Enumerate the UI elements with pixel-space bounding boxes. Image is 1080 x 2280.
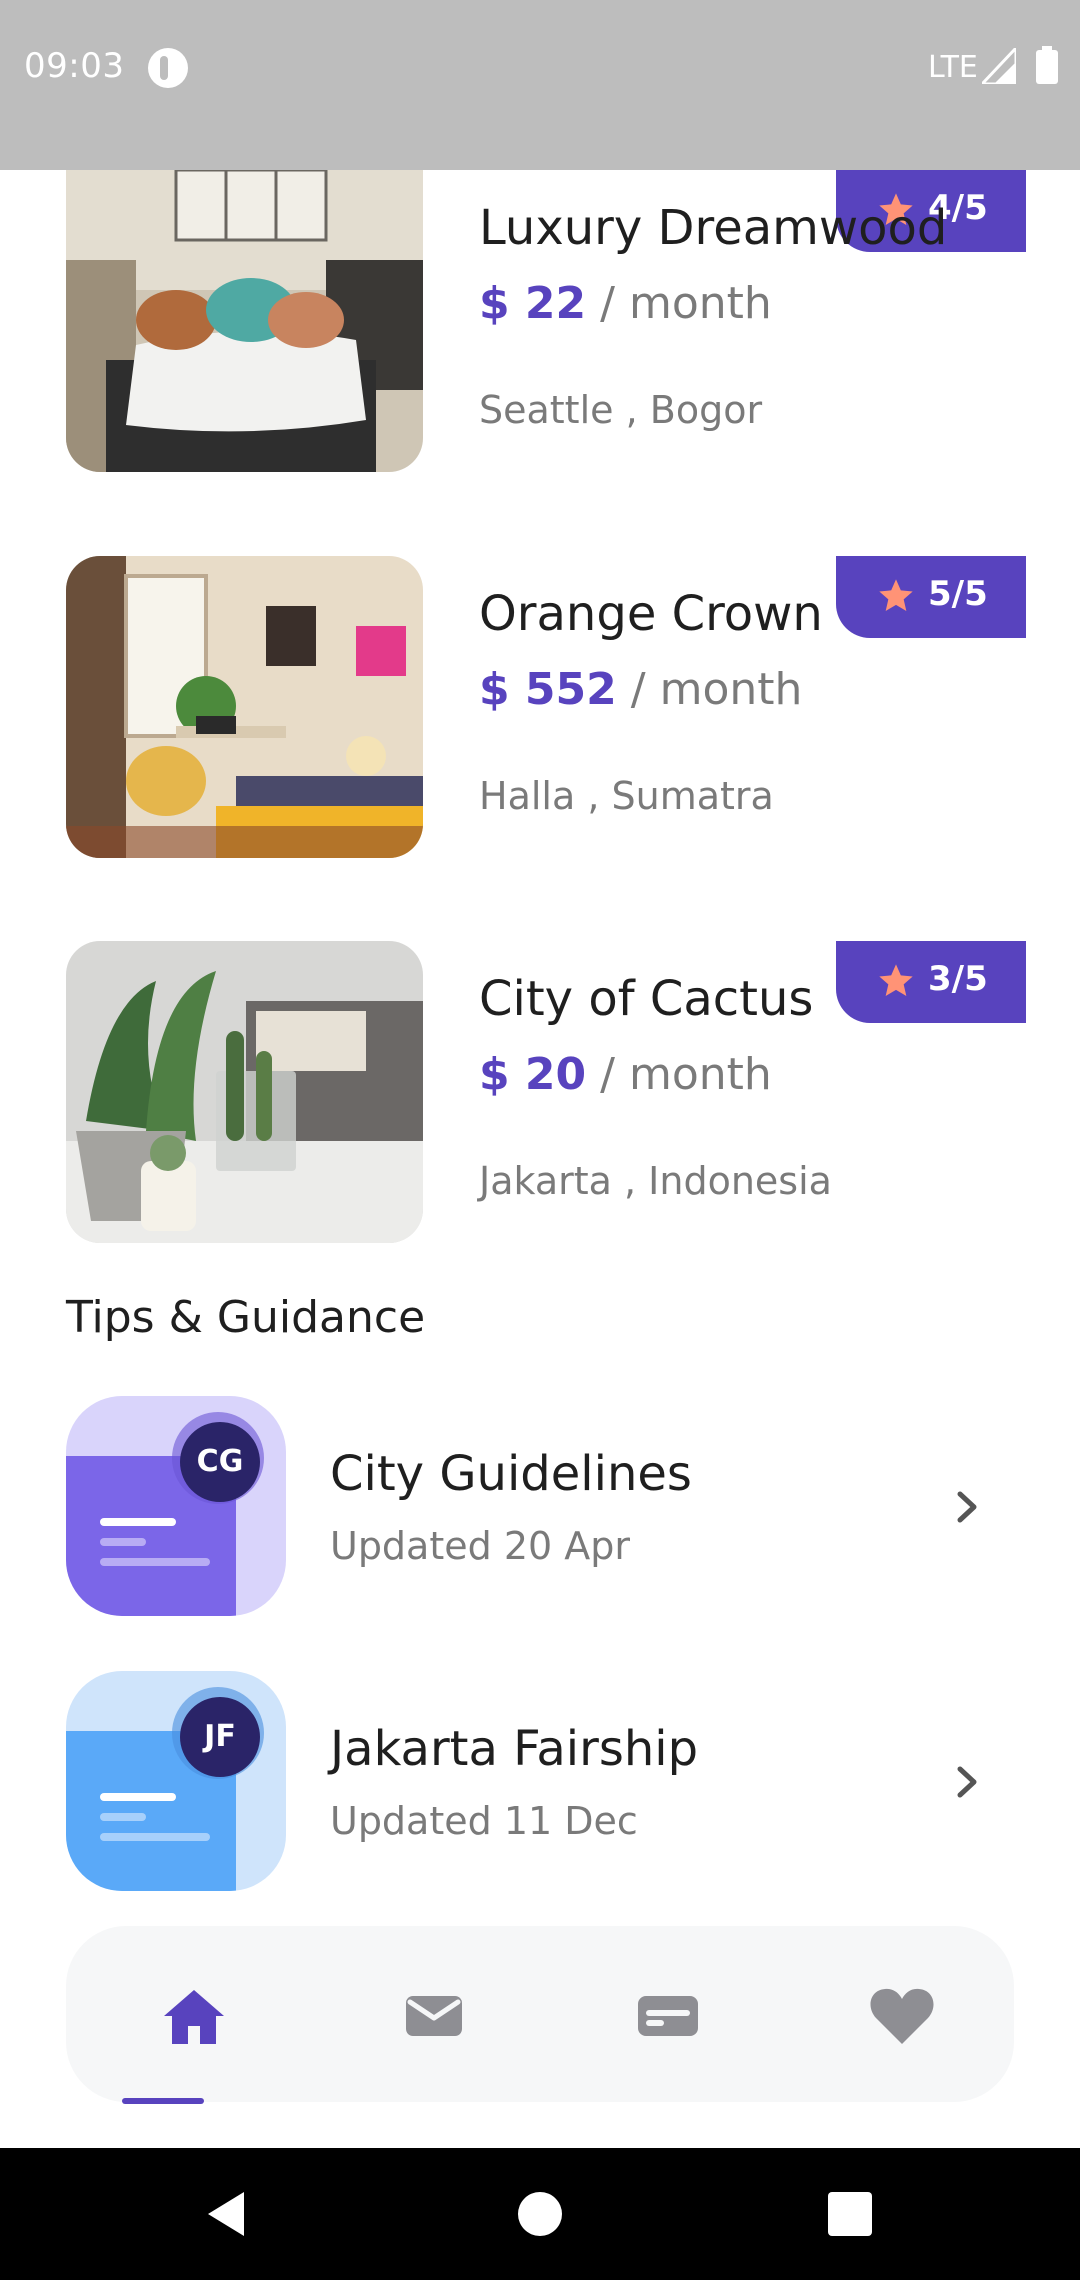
home-button-icon[interactable] — [512, 2186, 568, 2242]
listing-location: Jakarta , Indonesia — [479, 1159, 832, 1203]
star-icon — [879, 579, 913, 611]
chevron-right-icon[interactable] — [946, 1757, 986, 1807]
listing-name: City of Cactus — [479, 971, 814, 1027]
listing-card[interactable]: 4/5 Luxury Dreamwood $ 22 / month Seattl… — [66, 170, 1026, 472]
tip-subtitle: Updated 11 Dec — [330, 1799, 638, 1843]
listing-location: Halla , Sumatra — [479, 774, 774, 818]
listing-location: Seattle , Bogor — [479, 388, 763, 432]
system-navigation-bar — [0, 2148, 1080, 2280]
listing-photo — [66, 170, 423, 472]
tip-title: City Guidelines — [330, 1446, 692, 1502]
listing-name: Luxury Dreamwood — [479, 200, 948, 256]
tip-subtitle: Updated 20 Apr — [330, 1524, 630, 1568]
tip-item-city-guidelines[interactable]: CG City Guidelines Updated 20 Apr — [66, 1396, 996, 1616]
listing-price: $ 20 / month — [479, 1049, 772, 1100]
battery-icon — [1036, 46, 1058, 84]
status-time: 09:03 — [24, 46, 125, 86]
signal-icon — [982, 48, 1016, 84]
recents-icon[interactable] — [822, 2186, 878, 2242]
tip-item-jakarta-fairship[interactable]: JF Jakarta Fairship Updated 11 Dec — [66, 1671, 996, 1891]
price-period: / month — [586, 1049, 772, 1100]
tip-initials-badge: CG — [180, 1422, 260, 1502]
document-icon: JF — [66, 1671, 286, 1891]
mail-icon[interactable] — [394, 1976, 474, 2056]
app-notification-icon — [148, 48, 188, 88]
home-icon[interactable] — [154, 1976, 234, 2056]
listing-photo — [66, 556, 423, 858]
tip-initials-badge: JF — [180, 1697, 260, 1777]
heart-icon[interactable] — [862, 1976, 942, 2056]
bottom-navigation — [66, 1926, 1014, 2102]
price-period: / month — [586, 278, 772, 329]
listing-photo — [66, 941, 423, 1243]
rating-text: 5/5 — [928, 574, 988, 614]
back-icon[interactable] — [198, 2186, 254, 2242]
status-bar: 09:03 LTE — [0, 0, 1080, 170]
active-tab-indicator — [122, 2098, 204, 2104]
network-type: LTE — [928, 50, 978, 85]
document-icon: CG — [66, 1396, 286, 1616]
rating-badge: 3/5 — [836, 941, 1026, 1023]
tip-title: Jakarta Fairship — [330, 1721, 699, 1777]
listing-price: $ 22 / month — [479, 278, 772, 329]
listing-card[interactable]: 3/5 City of Cactus $ 20 / month Jakarta … — [66, 941, 1026, 1243]
section-title: Tips & Guidance — [66, 1292, 426, 1343]
price-amount: $ 22 — [479, 278, 587, 329]
price-amount: $ 20 — [479, 1049, 587, 1100]
listing-price: $ 552 / month — [479, 664, 802, 715]
price-amount: $ 552 — [479, 664, 617, 715]
listing-card[interactable]: 5/5 Orange Crown $ 552 / month Halla , S… — [66, 556, 1026, 858]
rating-text: 3/5 — [928, 959, 988, 999]
chevron-right-icon[interactable] — [946, 1482, 986, 1532]
listing-name: Orange Crown — [479, 586, 823, 642]
rating-badge: 5/5 — [836, 556, 1026, 638]
star-icon — [879, 964, 913, 996]
price-period: / month — [616, 664, 803, 715]
card-icon[interactable] — [628, 1976, 708, 2056]
